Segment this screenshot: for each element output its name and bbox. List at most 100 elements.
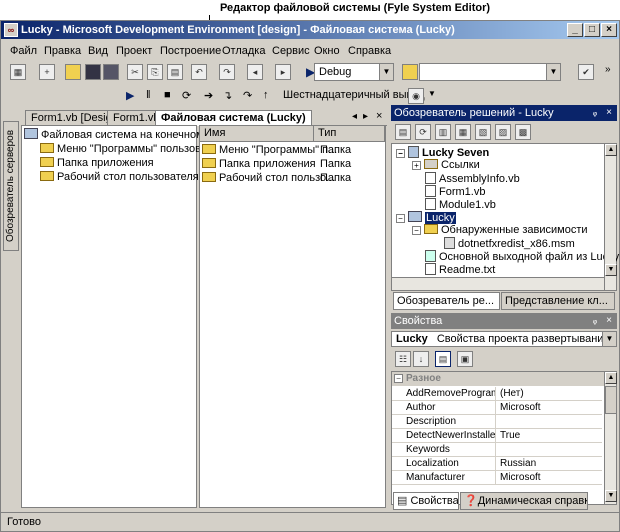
properties-view-icon[interactable]: ▤ [435, 351, 451, 367]
list-item[interactable]: Меню "Программы" п... Папка [202, 144, 385, 157]
property-value[interactable]: Microsoft [498, 471, 602, 485]
alphabetical-icon[interactable]: ↓ [413, 351, 429, 367]
property-row[interactable]: AddRemoveProgramsIc(Нет) [392, 387, 602, 401]
tab-class-view[interactable]: Представление кл... [501, 292, 615, 310]
file-system-editor-icon[interactable]: ▥ [435, 124, 451, 140]
expand-icon[interactable]: + [412, 161, 421, 170]
file-types-editor-icon[interactable]: ▧ [475, 124, 491, 140]
list-item[interactable]: Папка приложения Папка [202, 158, 385, 171]
tree-node-readme[interactable]: Readme.txt [425, 263, 495, 276]
restart-icon[interactable]: ⟳ [182, 89, 191, 102]
tab-dynamic-help[interactable]: ❓Динамическая справка [460, 492, 588, 510]
property-row[interactable]: Description [392, 415, 602, 429]
properties-icon[interactable]: ▤ [395, 124, 411, 140]
property-row[interactable]: Keywords [392, 443, 602, 457]
menu-project[interactable]: Проект [116, 44, 152, 58]
property-value[interactable]: Russian [498, 457, 602, 471]
scroll-thumb[interactable] [605, 386, 617, 414]
list-item[interactable]: Рабочий стол пользо... Папка [202, 172, 385, 185]
undo-icon[interactable]: ↶ [191, 64, 207, 80]
property-row[interactable]: Author Microsoft [392, 401, 602, 415]
collapse-icon[interactable]: − [394, 374, 403, 383]
vs-app-icon[interactable]: ∞ [4, 23, 18, 37]
paste-icon[interactable]: ▤ [167, 64, 183, 80]
menu-tools[interactable]: Сервис [272, 44, 310, 58]
collapse-icon[interactable]: − [412, 226, 421, 235]
scroll-up-icon[interactable]: ▲ [605, 144, 617, 156]
open-icon[interactable] [65, 64, 81, 80]
new-project-icon[interactable]: ▦ [10, 64, 26, 80]
user-interface-editor-icon[interactable]: ▨ [495, 124, 511, 140]
property-value[interactable]: True [498, 429, 602, 443]
property-value[interactable] [498, 443, 602, 457]
stop-debugging-icon[interactable]: ■ [164, 89, 171, 101]
collapse-icon[interactable]: − [396, 214, 405, 223]
scroll-down-icon[interactable]: ▼ [605, 490, 617, 502]
menu-file[interactable]: Файл [10, 44, 37, 58]
add-item-icon[interactable]: + [39, 64, 55, 80]
solution-config-combo[interactable]: Debug ▼ [314, 63, 394, 81]
close-icon[interactable]: × [603, 106, 615, 119]
scroll-down-icon[interactable]: ▼ [605, 264, 617, 276]
close-document-icon[interactable]: × [376, 110, 382, 122]
redo-icon[interactable]: ↷ [219, 64, 235, 80]
pin-icon[interactable]: ᵩ [589, 106, 601, 119]
property-value[interactable] [498, 415, 602, 429]
collapse-icon[interactable]: − [396, 149, 405, 158]
tree-node-lucky-seven[interactable]: − Lucky Seven [396, 146, 489, 159]
find-in-files-icon[interactable] [402, 64, 418, 80]
menu-view[interactable]: Вид [88, 44, 108, 58]
tree-node-lucky[interactable]: − Lucky [396, 211, 456, 224]
chevron-down-icon[interactable]: ▼ [428, 89, 436, 98]
tree-node-dependencies[interactable]: − Обнаруженные зависимости [412, 224, 588, 237]
continue-icon[interactable]: ▶ [126, 89, 134, 102]
fs-node-app-folder[interactable]: Папка приложения [40, 157, 154, 170]
save-icon[interactable] [85, 64, 101, 80]
category-row[interactable]: − Разное [392, 372, 604, 386]
step-out-icon[interactable]: ↑ [263, 89, 269, 101]
tab-properties[interactable]: ▤ Свойства [393, 492, 459, 510]
fs-node-desktop[interactable]: Рабочий стол пользователя [40, 171, 199, 184]
menu-debug[interactable]: Отладка [222, 44, 265, 58]
tab-file-system[interactable]: Файловая система (Lucky) [155, 110, 312, 126]
tree-node-primary-output[interactable]: Основной выходной файл из Lucky Sev [425, 250, 620, 263]
property-pages-icon[interactable]: ▣ [457, 351, 473, 367]
server-explorer-tab[interactable]: Обозреватель серверов [3, 121, 19, 251]
vertical-scrollbar[interactable]: ▲ ▼ [604, 372, 617, 504]
tree-node-assemblyinfo[interactable]: AssemblyInfo.vb [425, 172, 520, 185]
refresh-icon[interactable]: ⟳ [415, 124, 431, 140]
minimize-button[interactable]: _ [567, 23, 583, 37]
vertical-scrollbar[interactable]: ▲ ▼ [604, 144, 617, 290]
show-next-statement-icon[interactable]: ➔ [204, 89, 213, 102]
step-into-icon[interactable]: ↴ [223, 89, 232, 102]
horizontal-scrollbar[interactable] [392, 277, 604, 290]
tab-solution-explorer[interactable]: Обозреватель ре... [393, 292, 500, 310]
close-icon[interactable]: × [603, 314, 615, 327]
hex-display-button[interactable]: Шестнадцатеричный вывод [283, 89, 425, 101]
properties-window-icon[interactable]: ✔ [578, 64, 594, 80]
tree-node-module1[interactable]: Module1.vb [425, 198, 496, 211]
find-combo[interactable]: ▼ [419, 63, 561, 81]
menu-edit[interactable]: Правка [44, 44, 81, 58]
menu-window[interactable]: Окно [314, 44, 340, 58]
scroll-up-icon[interactable]: ▲ [605, 372, 617, 384]
toolbar-overflow-icon[interactable]: » [605, 64, 611, 75]
registry-editor-icon[interactable]: ▦ [455, 124, 471, 140]
property-row[interactable]: Localization Russian [392, 457, 602, 471]
copy-icon[interactable]: ⎘ [147, 64, 163, 80]
object-selector[interactable]: Lucky Свойства проекта развертывания ▼ [391, 331, 617, 347]
property-row[interactable]: Manufacturer Microsoft [392, 471, 602, 485]
step-over-icon[interactable]: ↷ [243, 89, 252, 102]
menu-help[interactable]: Справка [348, 44, 391, 58]
breakpoints-icon[interactable]: ◉ [408, 88, 424, 104]
column-type-header[interactable]: Тип [314, 126, 385, 142]
property-value[interactable]: Microsoft [498, 401, 602, 415]
break-all-icon[interactable]: ‖ [146, 89, 151, 101]
save-all-icon[interactable] [103, 64, 119, 80]
property-row[interactable]: DetectNewerInstalledVTrue [392, 429, 602, 443]
close-button[interactable]: × [601, 23, 617, 37]
cut-icon[interactable]: ✂ [127, 64, 143, 80]
menu-build[interactable]: Построение [160, 44, 221, 58]
tab-scroll-left-icon[interactable]: ◂ [352, 111, 357, 122]
maximize-button[interactable]: □ [584, 23, 600, 37]
